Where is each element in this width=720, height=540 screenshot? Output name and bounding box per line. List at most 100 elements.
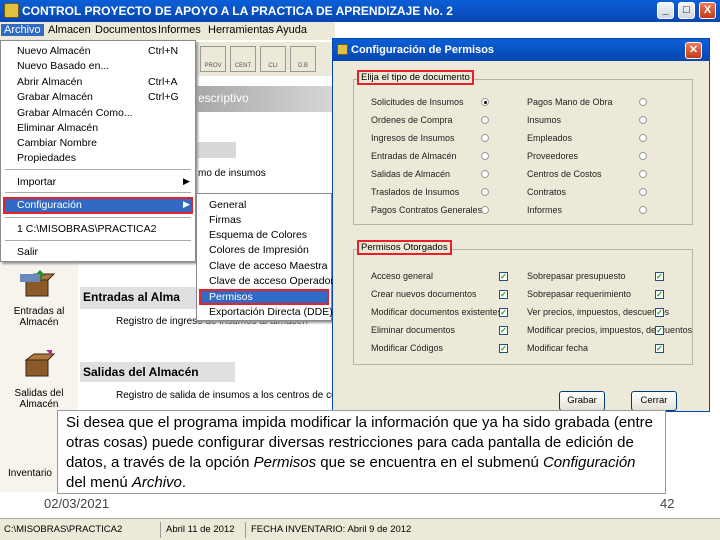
shortcut-abrir: Ctrl+A	[148, 76, 178, 88]
menu-separator	[5, 169, 191, 170]
menu-herramientas[interactable]: Herramientas	[208, 24, 274, 36]
minimize-button[interactable]: _	[657, 2, 674, 19]
menu-almacen[interactable]: Almacen	[48, 24, 91, 36]
submenu-item-firmas[interactable]: Firmas	[209, 214, 241, 226]
perm-checkbox-ver-precios-impuestos-descuentos[interactable]: ✓	[655, 308, 664, 317]
doc-radio-entradas-de-almacen[interactable]	[481, 152, 489, 160]
doc-radio-traslados-de-insumos[interactable]	[481, 188, 489, 196]
maximize-button[interactable]: □	[678, 2, 695, 19]
menu-archivo[interactable]: Archivo	[1, 24, 44, 36]
doc-radio-ingresos-de-insumos[interactable]	[481, 134, 489, 142]
menu-item-importar[interactable]: Importar	[17, 176, 56, 188]
submenu-arrow-icon: ▶	[183, 199, 190, 209]
toolbar-cent-button[interactable]: CENT	[230, 46, 256, 72]
submenu-item-colores-impresion[interactable]: Colores de Impresión	[209, 244, 309, 256]
toolbar-prov-button[interactable]: PROV	[200, 46, 226, 72]
perm-checkbox-modificar-fecha[interactable]: ✓	[655, 344, 664, 353]
menu-item-nuevo-basado[interactable]: Nuevo Basado en...	[17, 60, 109, 72]
doc-option-traslados-de-insumos: Traslados de Insumos	[371, 187, 460, 197]
dialog-title-bar: Configuración de Permisos ✕	[333, 39, 709, 61]
permisos-dialog: Configuración de Permisos ✕ Elija el tip…	[332, 38, 710, 412]
submenu-item-esquema-colores[interactable]: Esquema de Colores	[209, 229, 307, 241]
doc-radio-insumos[interactable]	[639, 116, 647, 124]
submenu-item-permisos-label: Permisos	[209, 291, 253, 303]
menu-item-grabar-almacen[interactable]: Grabar Almacén	[17, 91, 93, 103]
perm-option-modificar-codigos: Modificar Códigos	[371, 343, 444, 353]
perm-checkbox-modificar-precios-impuestos-descuentos[interactable]: ✓	[655, 326, 664, 335]
doc-option-ingresos-de-insumos: Ingresos de Insumos	[371, 133, 455, 143]
menu-item-cambiar-nombre[interactable]: Cambiar Nombre	[17, 137, 97, 149]
doc-radio-pagos-contratos-generales[interactable]	[481, 206, 489, 214]
perm-checkbox-modificar-documentos-existentes[interactable]: ✓	[499, 308, 508, 317]
toolbar-db-button[interactable]: D.B	[290, 46, 316, 72]
perm-checkbox-sobrepasar-presupuesto[interactable]: ✓	[655, 272, 664, 281]
caption-text: del menú	[66, 474, 132, 491]
menu-item-propiedades[interactable]: Propiedades	[17, 152, 76, 164]
submenu-arrow-icon: ▶	[183, 176, 190, 186]
doc-option-solicitudes-de-insumos: Solicitudes de Insumos	[371, 97, 464, 107]
slide-date: 02/03/2021	[44, 496, 110, 511]
doc-option-entradas-de-almacen: Entradas de Almacén	[371, 151, 457, 161]
cerrar-button[interactable]: Cerrar	[631, 391, 677, 411]
doc-radio-pagos-mano-de-obra[interactable]	[639, 98, 647, 106]
menu-informes[interactable]: Informes	[158, 24, 201, 36]
doc-radio-ordenes-de-compra[interactable]	[481, 116, 489, 124]
close-button[interactable]: X	[699, 2, 716, 19]
status-divider	[245, 522, 246, 538]
left-item-entradas[interactable]: Entradas al Almacén	[4, 306, 74, 328]
submenu-item-general[interactable]: General	[209, 199, 246, 211]
perm-option-sobrepasar-requerimiento: Sobrepasar requerimiento	[527, 289, 632, 299]
menu-item-grabar-como[interactable]: Grabar Almacén Como...	[17, 107, 133, 119]
menu-item-abrir-almacen[interactable]: Abrir Almacén	[17, 76, 82, 88]
status-path: C:\MISOBRAS\PRACTICA2	[4, 524, 123, 535]
toolbar-cli-button[interactable]: CLI	[260, 46, 286, 72]
doc-option-contratos: Contratos	[527, 187, 567, 197]
description-strip: escriptivo	[196, 86, 336, 112]
window-title-bar: CONTROL PROYECTO DE APOYO A LA PRACTICA …	[0, 0, 720, 22]
doc-radio-proveedores[interactable]	[639, 152, 647, 160]
status-bar: C:\MISOBRAS\PRACTICA2 Abril 11 de 2012 F…	[0, 518, 720, 540]
doc-radio-solicitudes-de-insumos[interactable]	[481, 98, 489, 106]
status-inventory-date: FECHA INVENTARIO: Abril 9 de 2012	[251, 524, 412, 535]
grabar-button[interactable]: Grabar	[559, 391, 605, 411]
menu-item-eliminar[interactable]: Eliminar Almacén	[17, 122, 98, 134]
submenu-item-clave-operador[interactable]: Clave de acceso Operador	[209, 275, 334, 287]
submenu-item-clave-maestra[interactable]: Clave de acceso Maestra	[209, 260, 327, 272]
shortcut-nuevo: Ctrl+N	[148, 45, 179, 57]
menu-separator	[5, 192, 191, 193]
doc-radio-empleados[interactable]	[639, 134, 647, 142]
doc-option-pagos-contratos-generales: Pagos Contratos Generales	[371, 205, 483, 215]
perm-checkbox-crear-nuevos-documentos[interactable]: ✓	[499, 290, 508, 299]
doc-radio-centros-de-costos[interactable]	[639, 170, 647, 178]
left-item-inventario[interactable]: Inventario	[0, 468, 60, 479]
perm-option-ver-precios-impuestos-descuentos: Ver precios, impuestos, descuentos	[527, 307, 670, 317]
perm-checkbox-sobrepasar-requerimiento[interactable]: ✓	[655, 290, 664, 299]
perm-checkbox-eliminar-documentos[interactable]: ✓	[499, 326, 508, 335]
caption-text: .	[181, 474, 187, 491]
doc-option-insumos: Insumos	[527, 115, 562, 125]
box-exit-icon[interactable]	[20, 348, 56, 380]
dialog-close-button[interactable]: ✕	[685, 42, 702, 59]
menu-ayuda[interactable]: Ayuda	[276, 24, 307, 36]
submenu-item-exportacion-dde[interactable]: Exportación Directa (DDE)	[209, 306, 333, 318]
doc-radio-salidas-de-almacen[interactable]	[481, 170, 489, 178]
perm-option-eliminar-documentos: Eliminar documentos	[371, 325, 456, 335]
perm-option-modificar-documentos-existentes: Modificar documentos existentes	[371, 307, 503, 317]
left-item-salidas[interactable]: Salidas del Almacén	[4, 388, 74, 410]
doc-radio-contratos[interactable]	[639, 188, 647, 196]
menu-item-recent-file[interactable]: 1 C:\MISOBRAS\PRACTICA2	[17, 223, 156, 235]
status-divider	[160, 522, 161, 538]
menu-documentos[interactable]: Documentos	[95, 24, 157, 36]
configuracion-submenu: General Firmas Esquema de Colores Colore…	[196, 193, 334, 321]
menu-item-salir[interactable]: Salir	[17, 246, 38, 258]
doc-option-empleados: Empleados	[527, 133, 573, 143]
app-icon	[4, 3, 19, 18]
menu-item-nuevo-almacen[interactable]: Nuevo Almacén	[17, 45, 91, 57]
slide-page-number: 42	[660, 496, 675, 511]
doc-option-pagos-mano-de-obra: Pagos Mano de Obra	[527, 97, 613, 107]
doc-radio-informes[interactable]	[639, 206, 647, 214]
perm-checkbox-modificar-codigos[interactable]: ✓	[499, 344, 508, 353]
doc-option-salidas-de-almacen: Salidas de Almacén	[371, 169, 451, 179]
partial-description: mo de insumos	[198, 168, 266, 179]
perm-checkbox-acceso-general[interactable]: ✓	[499, 272, 508, 281]
